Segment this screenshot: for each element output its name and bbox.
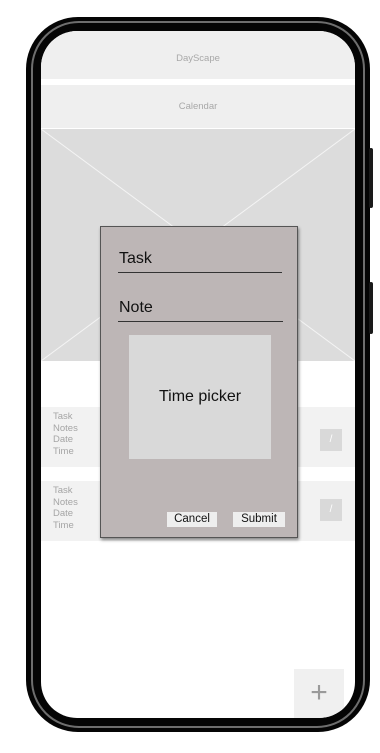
calendar-label: Calendar xyxy=(178,101,218,112)
task-item-fields: Task Notes Date Time xyxy=(53,411,78,457)
add-task-button[interactable]: + xyxy=(294,669,344,718)
task-item-date-label: Date xyxy=(53,508,74,519)
task-field-underline xyxy=(118,272,282,273)
task-item-time-label: Time xyxy=(53,445,74,457)
calendar-bar[interactable]: Calendar xyxy=(41,85,355,128)
app-title: DayScape xyxy=(176,53,220,64)
edit-icon[interactable]: / xyxy=(320,499,342,521)
power-button xyxy=(369,282,373,334)
plus-icon: + xyxy=(310,676,328,709)
submit-button[interactable]: Submit xyxy=(233,512,285,527)
task-item-fields: Task Notes Date Time xyxy=(53,485,78,531)
note-field[interactable]: Note xyxy=(119,299,153,317)
task-item-time-label: Time xyxy=(53,519,74,531)
add-task-dialog: Task Note Time picker Cancel Submit xyxy=(100,226,298,538)
task-item-notes-label: Notes xyxy=(53,496,78,508)
volume-button xyxy=(369,148,373,208)
task-item-task-label: Task xyxy=(53,411,73,422)
task-item-date-label: Date xyxy=(53,434,74,445)
task-item-notes-label: Notes xyxy=(53,422,78,434)
edit-icon[interactable]: / xyxy=(320,429,342,451)
task-item-task-label: Task xyxy=(53,485,73,496)
time-picker[interactable]: Time picker xyxy=(129,335,271,459)
app-title-bar: DayScape xyxy=(41,31,355,79)
task-field[interactable]: Task xyxy=(119,250,152,268)
time-picker-label: Time picker xyxy=(158,388,242,405)
note-field-underline xyxy=(118,321,283,322)
cancel-button[interactable]: Cancel xyxy=(167,512,217,527)
